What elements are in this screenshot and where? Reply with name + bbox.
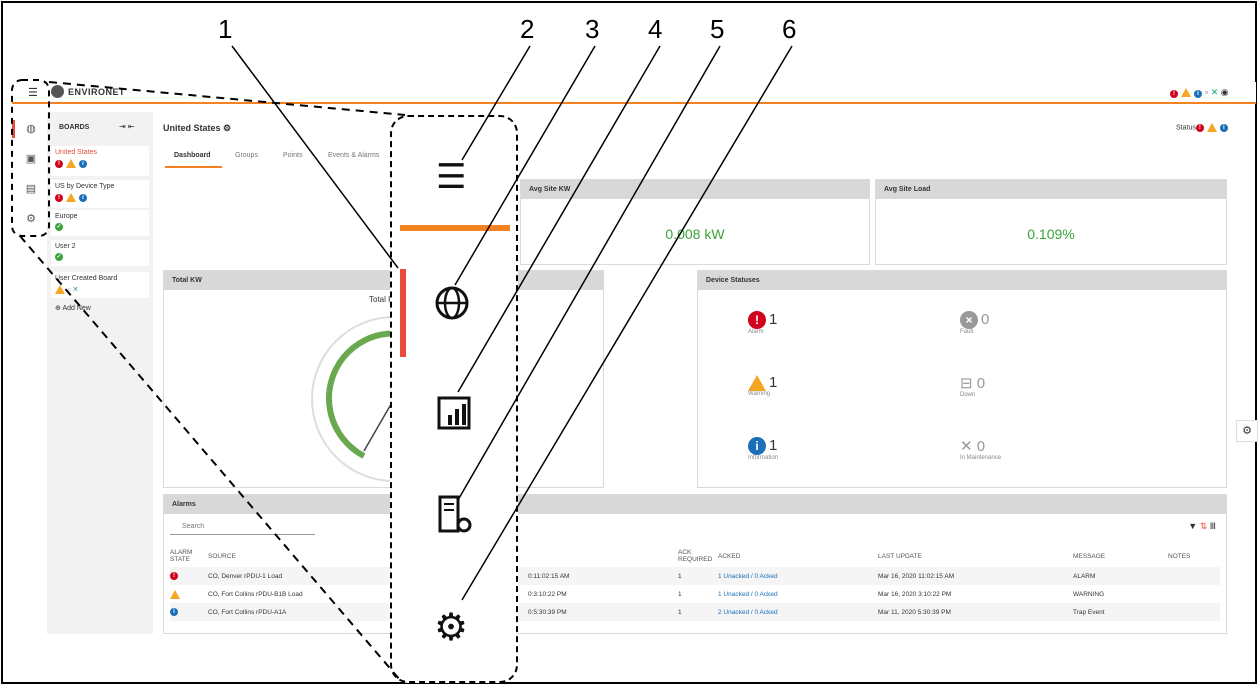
zoom-line-bottom	[19, 235, 401, 681]
rail-highlight	[11, 79, 50, 237]
leader-2	[461, 45, 531, 161]
leader-4	[457, 45, 661, 393]
zoom-line-top	[48, 81, 406, 116]
callout-lines	[11, 45, 793, 681]
leader-6	[461, 45, 793, 601]
leader-1	[231, 45, 399, 269]
leader-5	[457, 45, 721, 501]
leader-3	[454, 45, 596, 286]
